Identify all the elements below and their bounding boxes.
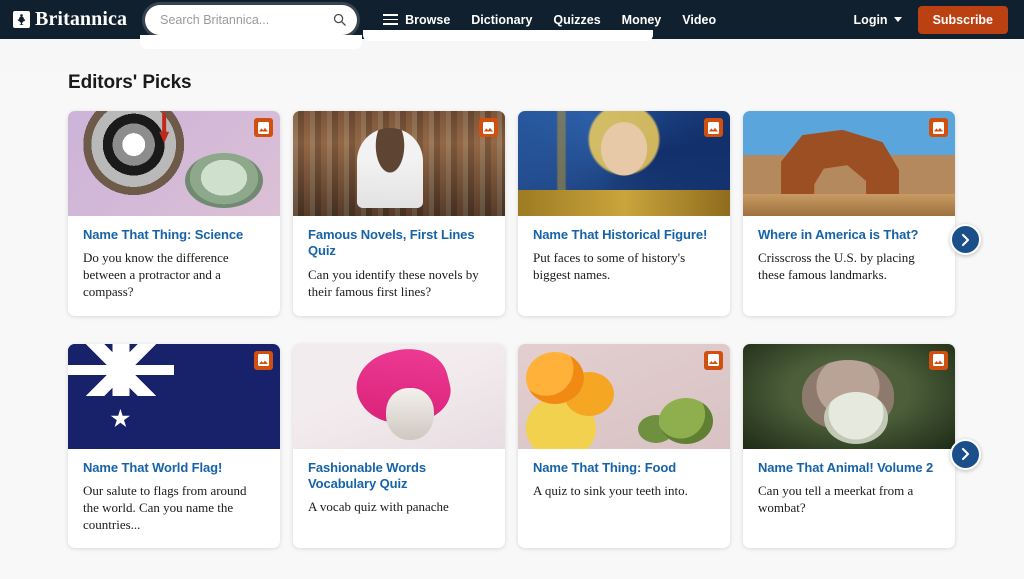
card-description: Put faces to some of history's biggest n…: [533, 250, 715, 284]
header-panel-sliver: [363, 30, 653, 41]
card-image: [743, 111, 955, 216]
card-description: Crisscross the U.S. by placing these fam…: [758, 250, 940, 284]
login-menu[interactable]: Login: [854, 13, 902, 27]
card-title[interactable]: Name That Historical Figure!: [533, 227, 715, 243]
carousel-next-button-row-2[interactable]: [950, 439, 981, 470]
image-badge-icon: [704, 351, 723, 370]
card-image: [743, 344, 955, 449]
card-name-that-animal-volume-2[interactable]: Name That Animal! Volume 2 Can you tell …: [743, 344, 955, 549]
card-description: Can you tell a meerkat from a wombat?: [758, 483, 940, 517]
image-badge-icon: [704, 118, 723, 137]
nav-item-money[interactable]: Money: [622, 13, 662, 27]
search-box[interactable]: [145, 5, 357, 35]
card-image: [518, 111, 730, 216]
header-actions: Login Subscribe: [854, 6, 1008, 34]
card-body: Name That Thing: Science Do you know the…: [68, 216, 280, 316]
card-image: [293, 111, 505, 216]
card-famous-novels-first-lines-quiz[interactable]: Famous Novels, First Lines Quiz Can you …: [293, 111, 505, 316]
card-body: Name That World Flag! Our salute to flag…: [68, 449, 280, 549]
card-name-that-historical-figure[interactable]: Name That Historical Figure! Put faces t…: [518, 111, 730, 316]
card-title[interactable]: Name That World Flag!: [83, 460, 265, 476]
subscribe-button[interactable]: Subscribe: [918, 6, 1008, 34]
logo-text: Britannica: [35, 8, 127, 31]
site-header: Britannica Browse Dictionary Quizzes Mon…: [0, 0, 1024, 39]
card-title[interactable]: Name That Thing: Science: [83, 227, 265, 243]
card-title[interactable]: Famous Novels, First Lines Quiz: [308, 227, 490, 260]
chevron-down-icon: [894, 17, 902, 22]
card-body: Name That Thing: Food A quiz to sink you…: [518, 449, 730, 515]
page-title: Editors' Picks: [68, 72, 1024, 94]
card-description: A quiz to sink your teeth into.: [533, 483, 715, 500]
search-container: [145, 5, 357, 35]
image-badge-icon: [929, 118, 948, 137]
card-body: Name That Historical Figure! Put faces t…: [518, 216, 730, 299]
card-description: Our salute to flags from around the worl…: [83, 483, 265, 533]
nav-item-browse[interactable]: Browse: [383, 13, 450, 27]
card-body: Name That Animal! Volume 2 Can you tell …: [743, 449, 955, 532]
image-badge-icon: [929, 351, 948, 370]
nav-item-dictionary[interactable]: Dictionary: [471, 13, 532, 27]
card-name-that-thing-food[interactable]: Name That Thing: Food A quiz to sink you…: [518, 344, 730, 549]
card-image: [68, 111, 280, 216]
card-where-in-america-is-that[interactable]: Where in America is That? Crisscross the…: [743, 111, 955, 316]
search-input[interactable]: [160, 13, 332, 27]
card-description: Can you identify these novels by their f…: [308, 267, 490, 301]
card-description: Do you know the difference between a pro…: [83, 250, 265, 300]
search-icon[interactable]: [332, 12, 347, 27]
britannica-logo[interactable]: Britannica: [13, 8, 127, 31]
thistle-emblem-icon: [13, 11, 30, 28]
image-badge-icon: [254, 351, 273, 370]
card-title[interactable]: Fashionable Words Vocabulary Quiz: [308, 460, 490, 493]
card-body: Famous Novels, First Lines Quiz Can you …: [293, 216, 505, 315]
card-title[interactable]: Where in America is That?: [758, 227, 940, 243]
chevron-right-icon: [960, 233, 971, 247]
editors-picks-row-1: Name That Thing: Science Do you know the…: [0, 111, 1024, 316]
card-fashionable-words-vocabulary-quiz[interactable]: Fashionable Words Vocabulary Quiz A voca…: [293, 344, 505, 549]
card-name-that-thing-science[interactable]: Name That Thing: Science Do you know the…: [68, 111, 280, 316]
card-body: Fashionable Words Vocabulary Quiz A voca…: [293, 449, 505, 532]
main-content: Editors' Picks Name That Thing: Science …: [0, 72, 1024, 579]
image-badge-icon: [479, 118, 498, 137]
nav-item-video[interactable]: Video: [682, 13, 716, 27]
card-title[interactable]: Name That Animal! Volume 2: [758, 460, 940, 476]
chevron-right-icon: [960, 447, 971, 461]
nav-item-quizzes[interactable]: Quizzes: [553, 13, 600, 27]
search-dropdown-sheet: [140, 35, 362, 49]
hamburger-icon: [383, 14, 398, 24]
image-badge-icon: [254, 118, 273, 137]
card-description: A vocab quiz with panache: [308, 499, 490, 516]
card-image: [293, 344, 505, 449]
editors-picks-row-2: Name That World Flag! Our salute to flag…: [0, 344, 1024, 549]
card-image: [518, 344, 730, 449]
card-title[interactable]: Name That Thing: Food: [533, 460, 715, 476]
card-body: Where in America is That? Crisscross the…: [743, 216, 955, 299]
login-label: Login: [854, 13, 888, 27]
carousel-next-button-row-1[interactable]: [950, 224, 981, 255]
nav-item-browse-label: Browse: [405, 13, 450, 27]
main-nav: Browse Dictionary Quizzes Money Video: [383, 13, 853, 27]
card-name-that-world-flag[interactable]: Name That World Flag! Our salute to flag…: [68, 344, 280, 549]
card-image: [68, 344, 280, 449]
